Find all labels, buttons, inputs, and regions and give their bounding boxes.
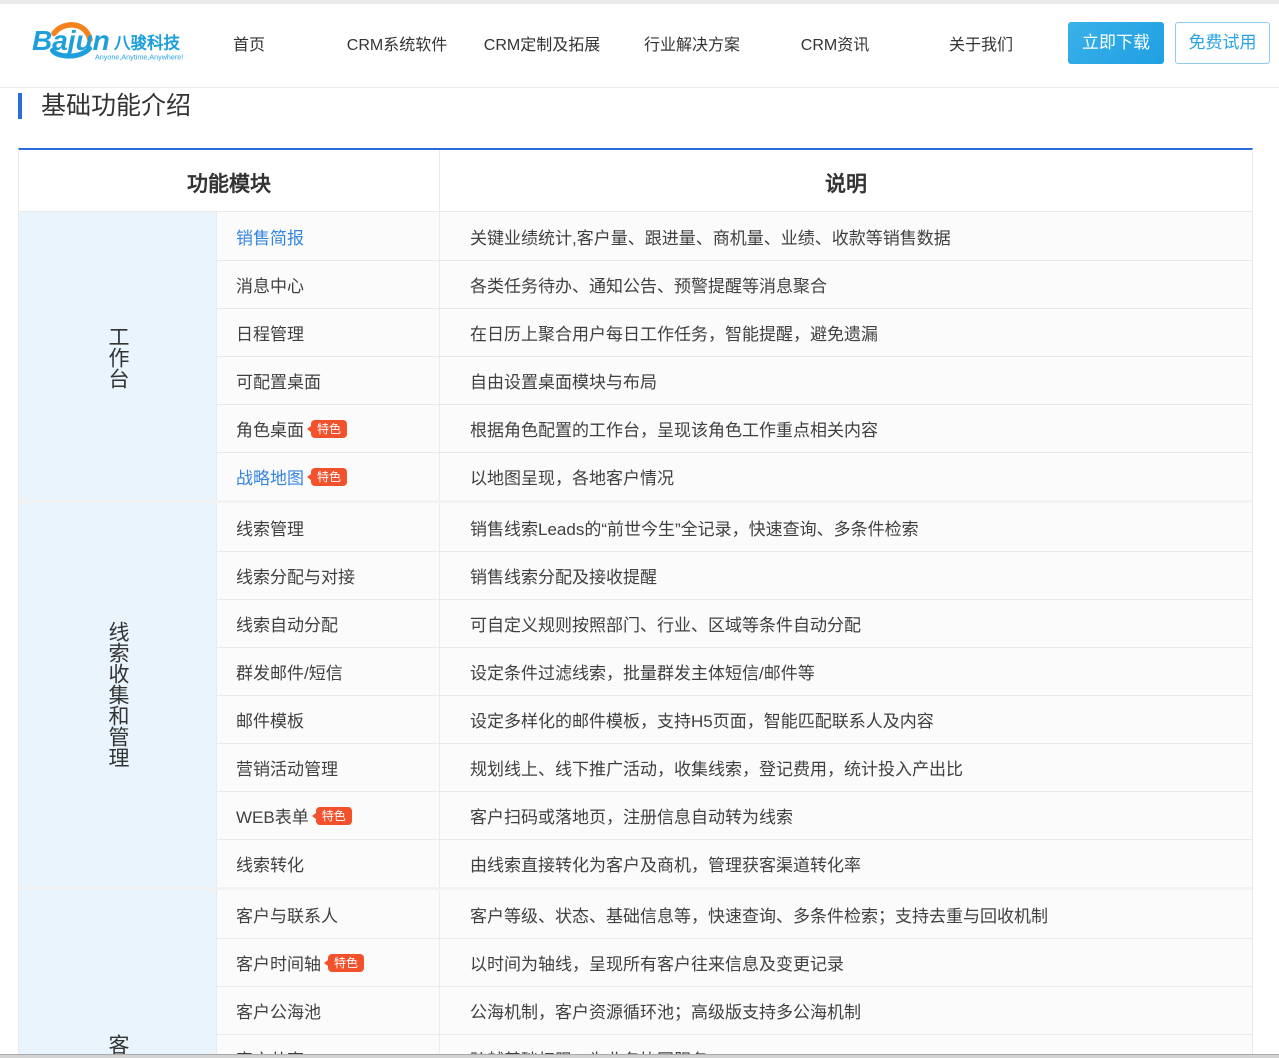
svg-text:Anyone,Anytime,Anywhere!: Anyone,Anytime,Anywhere! xyxy=(95,53,183,62)
svg-text:八骏科技: 八骏科技 xyxy=(114,33,181,53)
svg-text:Bajun: Bajun xyxy=(32,25,110,56)
